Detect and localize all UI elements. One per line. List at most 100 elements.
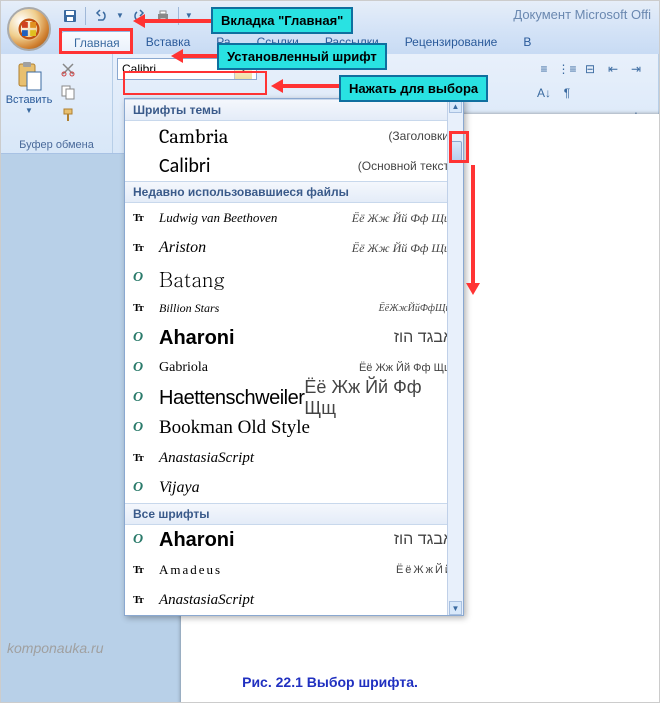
font-name: Cambria xyxy=(159,125,228,148)
scroll-up-button[interactable]: ▲ xyxy=(449,99,462,113)
cut-icon xyxy=(60,61,76,77)
opentype-icon: O xyxy=(133,330,151,346)
undo-icon[interactable] xyxy=(92,7,110,25)
office-logo-icon xyxy=(15,15,43,43)
font-name: AnastasiaScript xyxy=(159,450,254,467)
title-bar: ▼ ▼ Документ Microsoft Offi xyxy=(1,1,659,30)
scrollbar[interactable]: ▲ ▼ xyxy=(447,99,463,615)
tab-6[interactable]: В xyxy=(510,30,544,54)
font-sample: Ёё Жж Йй Фф Щщ xyxy=(352,241,453,256)
opentype-icon: O xyxy=(133,270,151,286)
font-option[interactable]: TᴛAnastasiaScript xyxy=(125,585,463,615)
font-option[interactable]: O Batang xyxy=(125,263,463,293)
multilevel-button[interactable]: ⊟ xyxy=(579,58,601,80)
font-option[interactable]: O Aharoni אבגד הוז xyxy=(125,323,463,353)
bullets-button[interactable]: ≡ xyxy=(533,58,555,80)
truetype-icon: Tᴛ xyxy=(133,302,151,314)
font-name: Aharoni xyxy=(159,327,235,350)
paste-label: Вставить xyxy=(6,94,53,106)
figure-caption: Рис. 22.1 Выбор шрифта. xyxy=(1,674,659,690)
opentype-icon: O xyxy=(133,532,151,548)
font-name-input[interactable] xyxy=(118,59,234,79)
office-button[interactable] xyxy=(7,7,51,51)
tab-4[interactable]: Рассылки xyxy=(312,30,392,54)
font-sample: Ёё Жж Йй Фф Щщ xyxy=(304,377,453,419)
ribbon-tabs: ГлавнаяВставкаРаСсылкиРассылкиРецензиров… xyxy=(1,30,659,54)
paste-button[interactable]: Вставить ▼ xyxy=(5,58,53,117)
quick-print-icon[interactable] xyxy=(154,7,172,25)
save-icon[interactable] xyxy=(61,7,79,25)
font-name: AnastasiaScript xyxy=(159,592,254,609)
copy-icon xyxy=(60,84,76,100)
font-sample: ЁёЖжЙйФфЩщ xyxy=(379,303,453,314)
opentype-icon: O xyxy=(133,360,151,376)
font-dropdown-button[interactable]: ▼ xyxy=(234,59,252,79)
qat-customize-icon[interactable]: ▼ xyxy=(185,11,193,20)
clipboard-group-label: Буфер обмена xyxy=(5,137,108,153)
opentype-icon: O xyxy=(133,480,151,496)
font-option[interactable]: Tᴛ AnastasiaScript xyxy=(125,443,463,473)
long-red-arrow xyxy=(471,165,475,285)
quick-access-toolbar: ▼ ▼ xyxy=(61,7,193,25)
font-name-box: ▼ xyxy=(117,58,257,80)
font-option[interactable]: O Aharoni אבגד הוז xyxy=(125,525,463,555)
dropdown-section-header: Все шрифты xyxy=(125,503,463,525)
tab-1[interactable]: Вставка xyxy=(133,30,204,54)
font-option[interactable]: Tᴛ Ludwig van Beethoven Ёё Жж Йй Фф Щщ xyxy=(125,203,463,233)
font-name: Ludwig van Beethoven xyxy=(159,210,277,226)
font-option[interactable]: Tᴛ Amadeus ЁёЖжЙй xyxy=(125,555,463,585)
font-option[interactable]: O Vijaya xyxy=(125,473,463,503)
paste-dropdown-icon[interactable]: ▼ xyxy=(25,106,33,115)
font-name: Aharoni xyxy=(159,529,235,552)
font-sample: ЁёЖжЙй xyxy=(396,564,453,576)
font-option[interactable]: Cambria (Заголовки) xyxy=(125,121,463,151)
opentype-icon: O xyxy=(133,420,151,436)
dropdown-section-header: Шрифты темы xyxy=(125,99,463,121)
font-name: Gabriola xyxy=(159,360,208,376)
font-option[interactable]: OHaettenschweilerЁё Жж Йй Фф Щщ xyxy=(125,383,463,413)
decrease-indent-button[interactable]: ⇤ xyxy=(602,58,624,80)
numbering-button[interactable]: ⋮≡ xyxy=(556,58,578,80)
scroll-thumb[interactable] xyxy=(449,141,462,161)
font-name: Batang xyxy=(159,264,225,293)
copy-button[interactable] xyxy=(57,81,79,103)
font-name: Ariston xyxy=(159,239,206,257)
font-name: Calibri xyxy=(159,154,211,178)
document-title: Документ Microsoft Offi xyxy=(513,7,651,22)
format-painter-button[interactable] xyxy=(57,104,79,126)
watermark: komponauka.ru xyxy=(7,640,104,656)
cut-button[interactable] xyxy=(57,58,79,80)
tab-0[interactable]: Главная xyxy=(61,31,133,54)
opentype-icon: O xyxy=(133,390,151,406)
font-sample: אבגד הוז xyxy=(394,329,453,347)
font-sample: (Основной текст) xyxy=(358,159,453,173)
truetype-icon: Tᴛ xyxy=(133,212,151,224)
font-option[interactable]: Calibri (Основной текст) xyxy=(125,151,463,181)
dropdown-section-header: Недавно использовавшиеся файлы xyxy=(125,181,463,203)
font-option[interactable]: TᴛAristonЁё Жж Йй Фф Щщ xyxy=(125,233,463,263)
truetype-icon: Tᴛ xyxy=(133,564,151,576)
clipboard-group: Вставить ▼ Буфер обмена ◢ xyxy=(1,54,113,153)
font-sample: (Заголовки) xyxy=(388,129,453,143)
font-sample: Ёё Жж Йй Фф Щщ xyxy=(352,211,453,226)
font-name: Bookman Old Style xyxy=(159,417,310,439)
sort-button[interactable]: A↓ xyxy=(533,82,555,104)
font-name: Billion Stars xyxy=(159,301,219,316)
font-name: Vijaya xyxy=(159,479,200,497)
tab-5[interactable]: Рецензирование xyxy=(392,30,511,54)
font-dropdown-list: Шрифты темы Cambria (Заголовки) Calibri (Осн… xyxy=(124,98,464,616)
paste-icon xyxy=(13,60,45,92)
undo-dropdown-icon[interactable]: ▼ xyxy=(116,11,124,20)
font-sample: אבגד הוז xyxy=(394,531,453,549)
redo-icon[interactable] xyxy=(130,7,148,25)
font-option[interactable]: Tᴛ Billion Stars ЁёЖжЙйФфЩщ xyxy=(125,293,463,323)
increase-indent-button[interactable]: ⇥ xyxy=(625,58,647,80)
font-name: Amadeus xyxy=(159,562,222,578)
font-sample: Ёё Жж Йй Фф Щщ xyxy=(359,362,453,374)
tab-2[interactable]: Ра xyxy=(203,30,243,54)
scroll-down-button[interactable]: ▼ xyxy=(449,601,462,615)
tab-3[interactable]: Ссылки xyxy=(244,30,312,54)
show-marks-button[interactable]: ¶ xyxy=(556,82,578,104)
truetype-icon: Tᴛ xyxy=(133,452,151,464)
format-painter-icon xyxy=(60,107,76,123)
